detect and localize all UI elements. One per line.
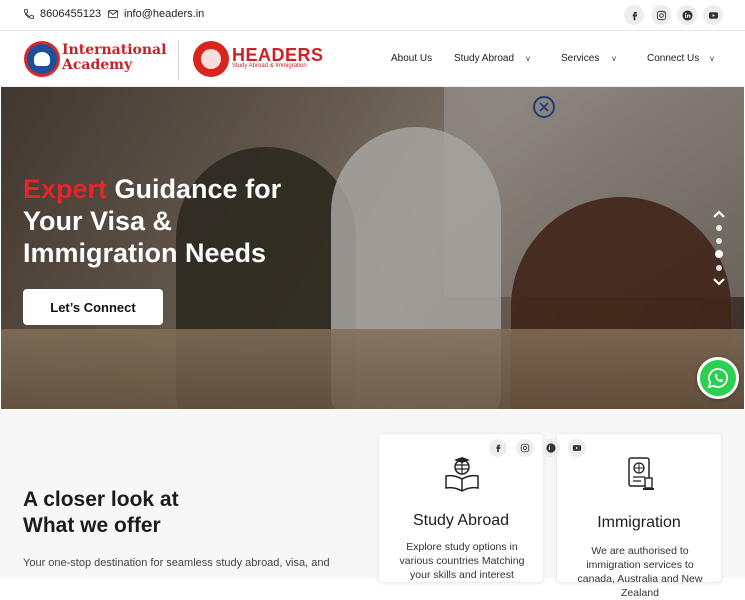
academy-name-line1: International [62, 42, 167, 58]
chevron-down-icon[interactable] [712, 277, 726, 287]
graduation-book-icon [445, 457, 479, 492]
slide-dot-active[interactable] [715, 250, 723, 258]
immigration-card-description: We are authorised to immigration service… [577, 545, 703, 599]
whatsapp-icon [707, 368, 728, 389]
chevron-up-icon[interactable] [712, 209, 726, 219]
hero-heading-line3: Immigration Needs [23, 238, 267, 268]
international-academy-wordmark[interactable]: International Academy [62, 43, 166, 73]
offer-heading-line1: A closer look at [23, 488, 179, 511]
instagram-icon[interactable] [651, 5, 671, 25]
hero-heading-accent: Expert [23, 174, 108, 204]
main-navbar: International Academy HEADERS Study Abro… [0, 31, 745, 87]
offer-section: A closer look at What we offer Your one-… [0, 409, 745, 599]
phone-contact[interactable]: 8606455123 [23, 8, 101, 20]
nav-study-abroad[interactable]: Study Abroad [454, 53, 514, 64]
nav-connect-us[interactable]: Connect Us [647, 53, 699, 64]
headers-lion-logo[interactable] [193, 41, 229, 77]
mail-icon [108, 10, 118, 18]
slide-dot[interactable] [716, 225, 722, 231]
immigration-card-title: Immigration [597, 514, 681, 531]
offer-heading: A closer look at What we offer [23, 487, 179, 539]
offer-heading-line2: What we offer [23, 514, 161, 537]
offer-description: Your one-stop destination for seamless s… [23, 557, 330, 569]
international-academy-logo[interactable] [24, 41, 60, 77]
passport-icon [628, 457, 654, 490]
youtube-icon[interactable] [568, 439, 586, 457]
academy-name-line2: Academy [62, 57, 133, 73]
headers-tagline: Study Abroad & Immigration [232, 63, 307, 69]
chevron-down-icon[interactable]: v [612, 54, 616, 63]
nav-services[interactable]: Services [561, 53, 599, 64]
hero-heading: Expert Guidance for Your Visa & Immigrat… [23, 173, 333, 269]
slide-pager [711, 209, 727, 289]
phone-icon [24, 9, 34, 19]
study-abroad-card-title: Study Abroad [412, 512, 510, 529]
youtube-icon[interactable] [703, 5, 723, 25]
linkedin-icon[interactable] [542, 439, 560, 457]
chevron-down-icon[interactable]: v [526, 54, 530, 63]
instagram-icon[interactable] [516, 439, 534, 457]
logo-divider [178, 41, 179, 79]
facebook-icon[interactable] [489, 439, 507, 457]
linkedin-icon[interactable] [677, 5, 697, 25]
facebook-icon[interactable] [624, 5, 644, 25]
lets-connect-button[interactable]: Let’s Connect [23, 289, 163, 325]
hero-banner: Expert Guidance for Your Visa & Immigrat… [1, 87, 744, 409]
close-icon[interactable] [533, 96, 555, 118]
study-abroad-card-description: Explore study options in various countri… [399, 541, 525, 581]
hero-heading-line1: Guidance for [107, 174, 282, 204]
email-address: info@headers.in [124, 8, 205, 20]
slide-dot[interactable] [716, 265, 722, 271]
chevron-down-icon[interactable]: v [710, 54, 714, 63]
nav-about-us[interactable]: About Us [391, 53, 432, 64]
phone-number: 8606455123 [40, 8, 102, 20]
top-contact-bar: 8606455123 info@headers.in [0, 0, 745, 31]
whatsapp-chat-button[interactable] [697, 357, 739, 399]
email-contact[interactable]: info@headers.in [107, 8, 204, 20]
slide-dot[interactable] [716, 238, 722, 244]
hero-heading-line2: Your Visa & [23, 206, 173, 236]
